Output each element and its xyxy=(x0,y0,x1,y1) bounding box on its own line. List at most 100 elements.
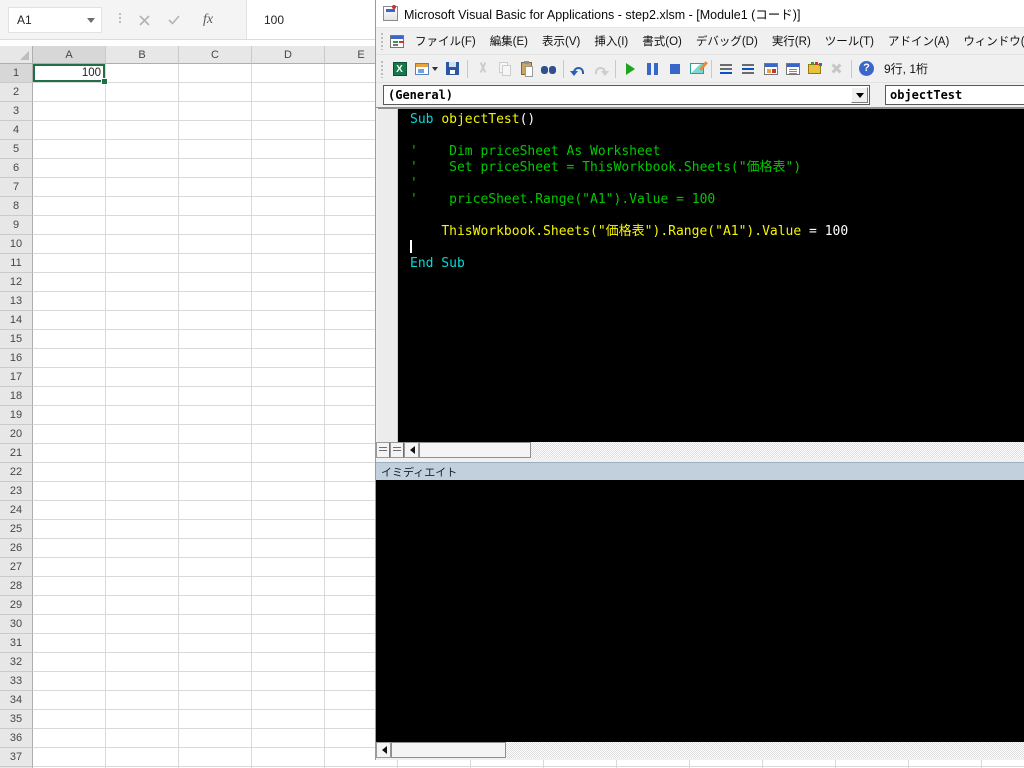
cell-D2[interactable] xyxy=(252,83,325,102)
toolbox-window-icon[interactable] xyxy=(804,58,825,80)
cell-A9[interactable] xyxy=(33,216,106,235)
properties-window-icon[interactable] xyxy=(782,58,803,80)
redo-icon[interactable] xyxy=(590,58,611,80)
cell-B37[interactable] xyxy=(106,748,179,767)
row-header-27[interactable]: 27 xyxy=(0,558,33,577)
cell-C31[interactable] xyxy=(179,634,252,653)
cell-C25[interactable] xyxy=(179,520,252,539)
cell-C27[interactable] xyxy=(179,558,252,577)
view-excel-icon[interactable] xyxy=(389,58,410,80)
row-header-10[interactable]: 10 xyxy=(0,235,33,254)
cell-A29[interactable] xyxy=(33,596,106,615)
cell-C1[interactable] xyxy=(179,64,252,83)
cell-B2[interactable] xyxy=(106,83,179,102)
cell-D11[interactable] xyxy=(252,254,325,273)
cell-C17[interactable] xyxy=(179,368,252,387)
cell-A25[interactable] xyxy=(33,520,106,539)
name-box-dropdown-icon[interactable] xyxy=(81,14,101,27)
menu-item[interactable]: アドイン(A) xyxy=(881,30,956,52)
cell-B19[interactable] xyxy=(106,406,179,425)
cell-C2[interactable] xyxy=(179,83,252,102)
cell-A23[interactable] xyxy=(33,482,106,501)
code-editor[interactable]: Sub objectTest() ' Dim priceSheet As Work… xyxy=(398,108,1024,442)
scrollbar-track[interactable] xyxy=(506,742,1024,758)
cell-B33[interactable] xyxy=(106,672,179,691)
cell-A22[interactable] xyxy=(33,463,106,482)
cell-B22[interactable] xyxy=(106,463,179,482)
cell-D18[interactable] xyxy=(252,387,325,406)
cell-B35[interactable] xyxy=(106,710,179,729)
cell-D19[interactable] xyxy=(252,406,325,425)
cell-C19[interactable] xyxy=(179,406,252,425)
cell-D6[interactable] xyxy=(252,159,325,178)
cell-B27[interactable] xyxy=(106,558,179,577)
cell-D9[interactable] xyxy=(252,216,325,235)
cell-A28[interactable] xyxy=(33,577,106,596)
cell-D22[interactable] xyxy=(252,463,325,482)
cell-B11[interactable] xyxy=(106,254,179,273)
cell-D7[interactable] xyxy=(252,178,325,197)
row-header-16[interactable]: 16 xyxy=(0,349,33,368)
undo-icon[interactable] xyxy=(568,58,589,80)
column-header-B[interactable]: B xyxy=(106,46,179,64)
cell-B36[interactable] xyxy=(106,729,179,748)
immediate-window-titlebar[interactable]: イミディエイト xyxy=(376,462,1024,480)
cell-B25[interactable] xyxy=(106,520,179,539)
cell-D8[interactable] xyxy=(252,197,325,216)
row-header-17[interactable]: 17 xyxy=(0,368,33,387)
name-box[interactable]: A1 xyxy=(8,7,102,33)
cell-C32[interactable] xyxy=(179,653,252,672)
fx-icon[interactable]: fx xyxy=(196,8,220,32)
cell-C6[interactable] xyxy=(179,159,252,178)
cell-C14[interactable] xyxy=(179,311,252,330)
cell-A2[interactable] xyxy=(33,83,106,102)
cell-B6[interactable] xyxy=(106,159,179,178)
cell-D31[interactable] xyxy=(252,634,325,653)
row-header-31[interactable]: 31 xyxy=(0,634,33,653)
menu-item[interactable]: 実行(R) xyxy=(765,30,818,52)
cell-D23[interactable] xyxy=(252,482,325,501)
cell-C33[interactable] xyxy=(179,672,252,691)
cell-A17[interactable] xyxy=(33,368,106,387)
object-dropdown-arrow-icon[interactable] xyxy=(851,87,868,103)
row-header-36[interactable]: 36 xyxy=(0,729,33,748)
cell-C3[interactable] xyxy=(179,102,252,121)
cell-D5[interactable] xyxy=(252,140,325,159)
cell-A19[interactable] xyxy=(33,406,106,425)
cell-B16[interactable] xyxy=(106,349,179,368)
cell-A4[interactable] xyxy=(33,121,106,140)
row-header-34[interactable]: 34 xyxy=(0,691,33,710)
row-header-14[interactable]: 14 xyxy=(0,311,33,330)
cell-B4[interactable] xyxy=(106,121,179,140)
row-header-18[interactable]: 18 xyxy=(0,387,33,406)
cell-D4[interactable] xyxy=(252,121,325,140)
menu-item[interactable]: 編集(E) xyxy=(483,30,535,52)
cell-D26[interactable] xyxy=(252,539,325,558)
help-icon[interactable] xyxy=(856,58,877,80)
cell-D29[interactable] xyxy=(252,596,325,615)
scroll-left-icon[interactable] xyxy=(404,442,419,458)
row-header-23[interactable]: 23 xyxy=(0,482,33,501)
row-header-35[interactable]: 35 xyxy=(0,710,33,729)
run-icon[interactable] xyxy=(620,58,641,80)
cell-B8[interactable] xyxy=(106,197,179,216)
cell-D16[interactable] xyxy=(252,349,325,368)
column-header-D[interactable]: D xyxy=(252,46,325,64)
reset-icon[interactable] xyxy=(664,58,685,80)
cell-A31[interactable] xyxy=(33,634,106,653)
cell-A30[interactable] xyxy=(33,615,106,634)
outdent-icon[interactable] xyxy=(738,58,759,80)
cell-B12[interactable] xyxy=(106,273,179,292)
cell-A1[interactable]: 100 xyxy=(33,64,108,85)
cell-C18[interactable] xyxy=(179,387,252,406)
row-header-21[interactable]: 21 xyxy=(0,444,33,463)
procedure-view-button[interactable] xyxy=(376,442,390,458)
cell-A37[interactable] xyxy=(33,748,106,767)
cell-D10[interactable] xyxy=(252,235,325,254)
cell-B30[interactable] xyxy=(106,615,179,634)
cell-B23[interactable] xyxy=(106,482,179,501)
cell-D15[interactable] xyxy=(252,330,325,349)
cell-C34[interactable] xyxy=(179,691,252,710)
cell-D3[interactable] xyxy=(252,102,325,121)
menu-item[interactable]: ツール(T) xyxy=(818,30,881,52)
